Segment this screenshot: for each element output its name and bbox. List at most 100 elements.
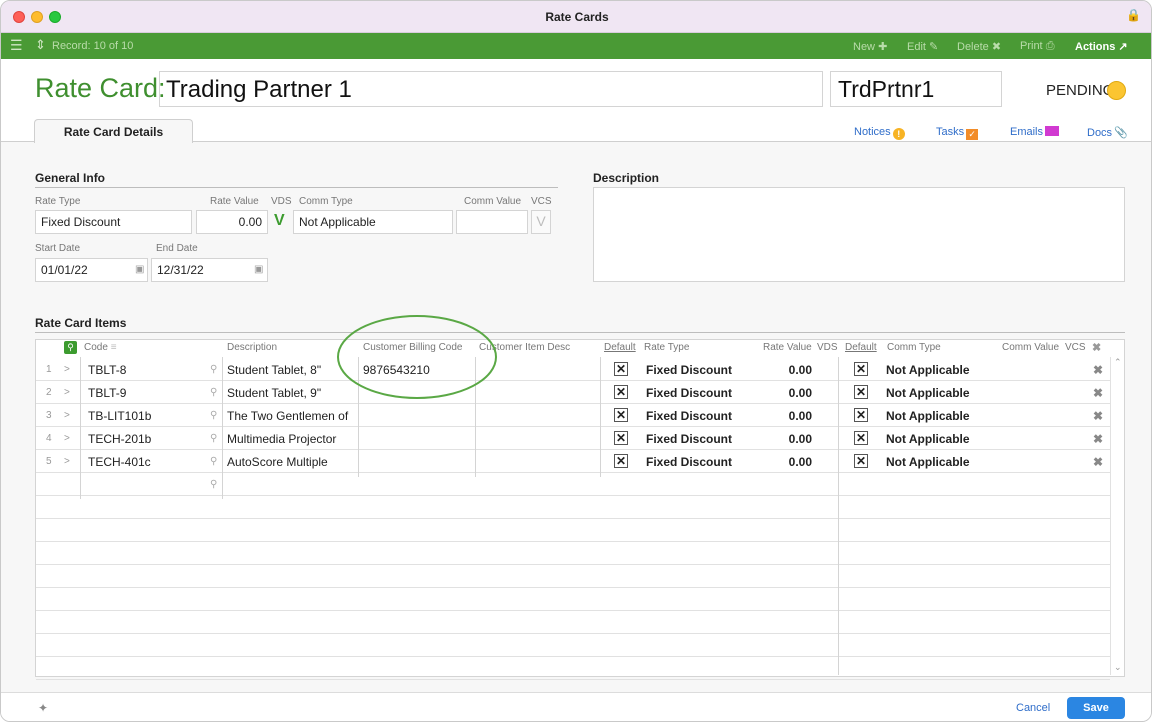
delete-row-icon[interactable]: ✖ xyxy=(1093,409,1103,423)
tasks-label: Tasks xyxy=(936,126,965,138)
table-row[interactable] xyxy=(36,588,1110,611)
item-description[interactable]: Multimedia Projector xyxy=(223,427,357,450)
scroll-up-icon[interactable]: ⌃ xyxy=(1114,357,1122,368)
save-button[interactable]: Save xyxy=(1067,697,1125,719)
delete-button[interactable]: Delete ✖ xyxy=(957,40,1001,53)
table-row[interactable] xyxy=(36,542,1110,565)
row-expand-icon[interactable]: > xyxy=(60,450,74,473)
table-row[interactable]: 4 > TECH-201b ⚲ Multimedia Projector ✕ Fixed D… xyxy=(36,427,1110,450)
item-code[interactable]: TECH-201b xyxy=(84,427,204,450)
pin-icon[interactable]: ✦ xyxy=(38,701,48,715)
lookup-icon[interactable]: ⚲ xyxy=(206,404,221,427)
vcs-toggle[interactable]: V xyxy=(531,210,551,234)
end-date-field[interactable]: 12/31/22 xyxy=(151,258,268,282)
item-description[interactable]: Student Tablet, 8" xyxy=(223,358,357,381)
customer-billing-code[interactable] xyxy=(359,404,474,427)
table-row[interactable]: ⚲ xyxy=(36,473,1110,496)
tasks-link[interactable]: Tasks ✓ xyxy=(936,126,979,140)
table-row[interactable] xyxy=(36,519,1110,542)
rate-type-field[interactable]: Fixed Discount xyxy=(35,210,192,234)
default-comm-checkbox[interactable]: ✕ xyxy=(854,362,868,376)
table-row[interactable] xyxy=(36,496,1110,519)
table-row[interactable]: 2 > TBLT-9 ⚲ Student Tablet, 9" ✕ Fixed Discou… xyxy=(36,381,1110,404)
table-row[interactable]: 3 > TB-LIT101b ⚲ The Two Gentlemen of ✕ Fixed … xyxy=(36,404,1110,427)
default-rate-checkbox[interactable]: ✕ xyxy=(614,431,628,445)
row-expand-icon[interactable]: > xyxy=(60,427,74,450)
comm-type-label: Comm Type xyxy=(299,196,353,207)
row-expand-icon[interactable]: > xyxy=(60,381,74,404)
table-row[interactable] xyxy=(36,657,1110,680)
comm-value-field[interactable] xyxy=(456,210,528,234)
emails-link[interactable]: Emails xyxy=(1010,126,1060,138)
table-row[interactable]: 1 > TBLT-8 ⚲ Student Tablet, 8" 9876543210 ✕ Fi… xyxy=(36,358,1110,381)
arrow-out-icon: ↗ xyxy=(1118,41,1128,53)
new-button[interactable]: New ✚ xyxy=(853,40,887,53)
lookup-icon[interactable]: ⚲ xyxy=(206,381,221,404)
lookup-icon[interactable]: ⚲ xyxy=(206,473,221,496)
delete-row-icon[interactable]: ✖ xyxy=(1093,363,1103,377)
comm-type-field[interactable]: Not Applicable xyxy=(293,210,453,234)
default-comm-checkbox[interactable]: ✕ xyxy=(854,408,868,422)
default-comm-checkbox[interactable]: ✕ xyxy=(854,431,868,445)
vcs-label: VCS xyxy=(531,196,552,207)
print-button[interactable]: Print ⎙ xyxy=(1020,40,1055,53)
start-date-field[interactable]: 01/01/22 xyxy=(35,258,148,282)
customer-billing-code[interactable] xyxy=(359,450,474,473)
delete-row-icon[interactable]: ✖ xyxy=(1093,386,1103,400)
rate-card-code-field[interactable]: TrdPrtnr1 xyxy=(830,71,1002,107)
record-indicator: Record: 10 of 10 xyxy=(52,40,134,52)
default-rate-checkbox[interactable]: ✕ xyxy=(614,385,628,399)
rate-value: 0.00 xyxy=(788,363,812,377)
customer-billing-code[interactable] xyxy=(359,427,474,450)
table-row[interactable] xyxy=(36,611,1110,634)
item-description[interactable]: The Two Gentlemen of xyxy=(223,404,357,427)
default-rate-checkbox[interactable]: ✕ xyxy=(614,408,628,422)
rate-card-name-field[interactable]: Trading Partner 1 xyxy=(159,71,823,107)
col-default-rate[interactable]: Default xyxy=(604,342,636,353)
clear-all-icon[interactable]: ✖ xyxy=(1092,341,1101,354)
default-comm-checkbox[interactable]: ✕ xyxy=(854,385,868,399)
tab-rate-card-details[interactable]: Rate Card Details xyxy=(34,119,193,143)
edit-button[interactable]: Edit ✎ xyxy=(907,40,938,53)
col-default-comm[interactable]: Default xyxy=(845,342,877,353)
item-description[interactable]: AutoScore Multiple xyxy=(223,450,357,473)
start-calendar-icon[interactable]: ▣ xyxy=(135,264,144,275)
item-description[interactable]: Student Tablet, 9" xyxy=(223,381,357,404)
description-textarea[interactable] xyxy=(593,187,1125,282)
item-code[interactable]: TB-LIT101b xyxy=(84,404,204,427)
customer-billing-code[interactable] xyxy=(359,381,474,404)
delete-row-icon[interactable]: ✖ xyxy=(1093,455,1103,469)
menu-icon[interactable]: ☰ xyxy=(10,37,23,54)
record-stepper-icon[interactable]: ⇕ xyxy=(35,37,46,53)
end-calendar-icon[interactable]: ▣ xyxy=(254,264,263,275)
delete-row-icon[interactable]: ✖ xyxy=(1093,432,1103,446)
lookup-icon[interactable]: ⚲ xyxy=(206,450,221,473)
item-code[interactable]: TBLT-8 xyxy=(84,358,204,381)
table-row[interactable]: 5 > TECH-401c ⚲ AutoScore Multiple ✕ Fixed Dis… xyxy=(36,450,1110,473)
lookup-icon[interactable]: ⚲ xyxy=(206,427,221,450)
row-expand-icon[interactable]: > xyxy=(60,404,74,427)
lookup-icon[interactable]: ⚲ xyxy=(206,358,221,381)
item-code[interactable]: TECH-401c xyxy=(84,450,204,473)
col-code[interactable]: Code ≡ xyxy=(84,342,117,353)
comm-type: Not Applicable xyxy=(886,409,970,423)
item-code[interactable]: TBLT-9 xyxy=(84,381,204,404)
lock-icon[interactable]: 🔒 xyxy=(1126,8,1141,22)
new-label: New xyxy=(853,41,876,53)
scroll-down-icon[interactable]: ⌄ xyxy=(1114,662,1122,673)
row-expand-icon[interactable]: > xyxy=(60,358,74,381)
table-row[interactable] xyxy=(36,565,1110,588)
default-comm-checkbox[interactable]: ✕ xyxy=(854,454,868,468)
vds-toggle[interactable]: V xyxy=(274,212,285,230)
customer-billing-code[interactable]: 9876543210 xyxy=(359,358,474,381)
search-icon[interactable]: ⚲ xyxy=(64,341,77,354)
rate-value-field[interactable]: 0.00 xyxy=(196,210,268,234)
default-rate-checkbox[interactable]: ✕ xyxy=(614,362,628,376)
cancel-button[interactable]: Cancel xyxy=(1016,702,1050,714)
default-rate-checkbox[interactable]: ✕ xyxy=(614,454,628,468)
notices-link[interactable]: Notices! xyxy=(854,126,905,140)
actions-button[interactable]: Actions ↗ xyxy=(1075,40,1128,53)
table-row[interactable] xyxy=(36,634,1110,657)
grid-scrollbar[interactable]: ⌃ ⌄ xyxy=(1110,357,1124,675)
docs-link[interactable]: Docs 📎 xyxy=(1087,126,1128,139)
